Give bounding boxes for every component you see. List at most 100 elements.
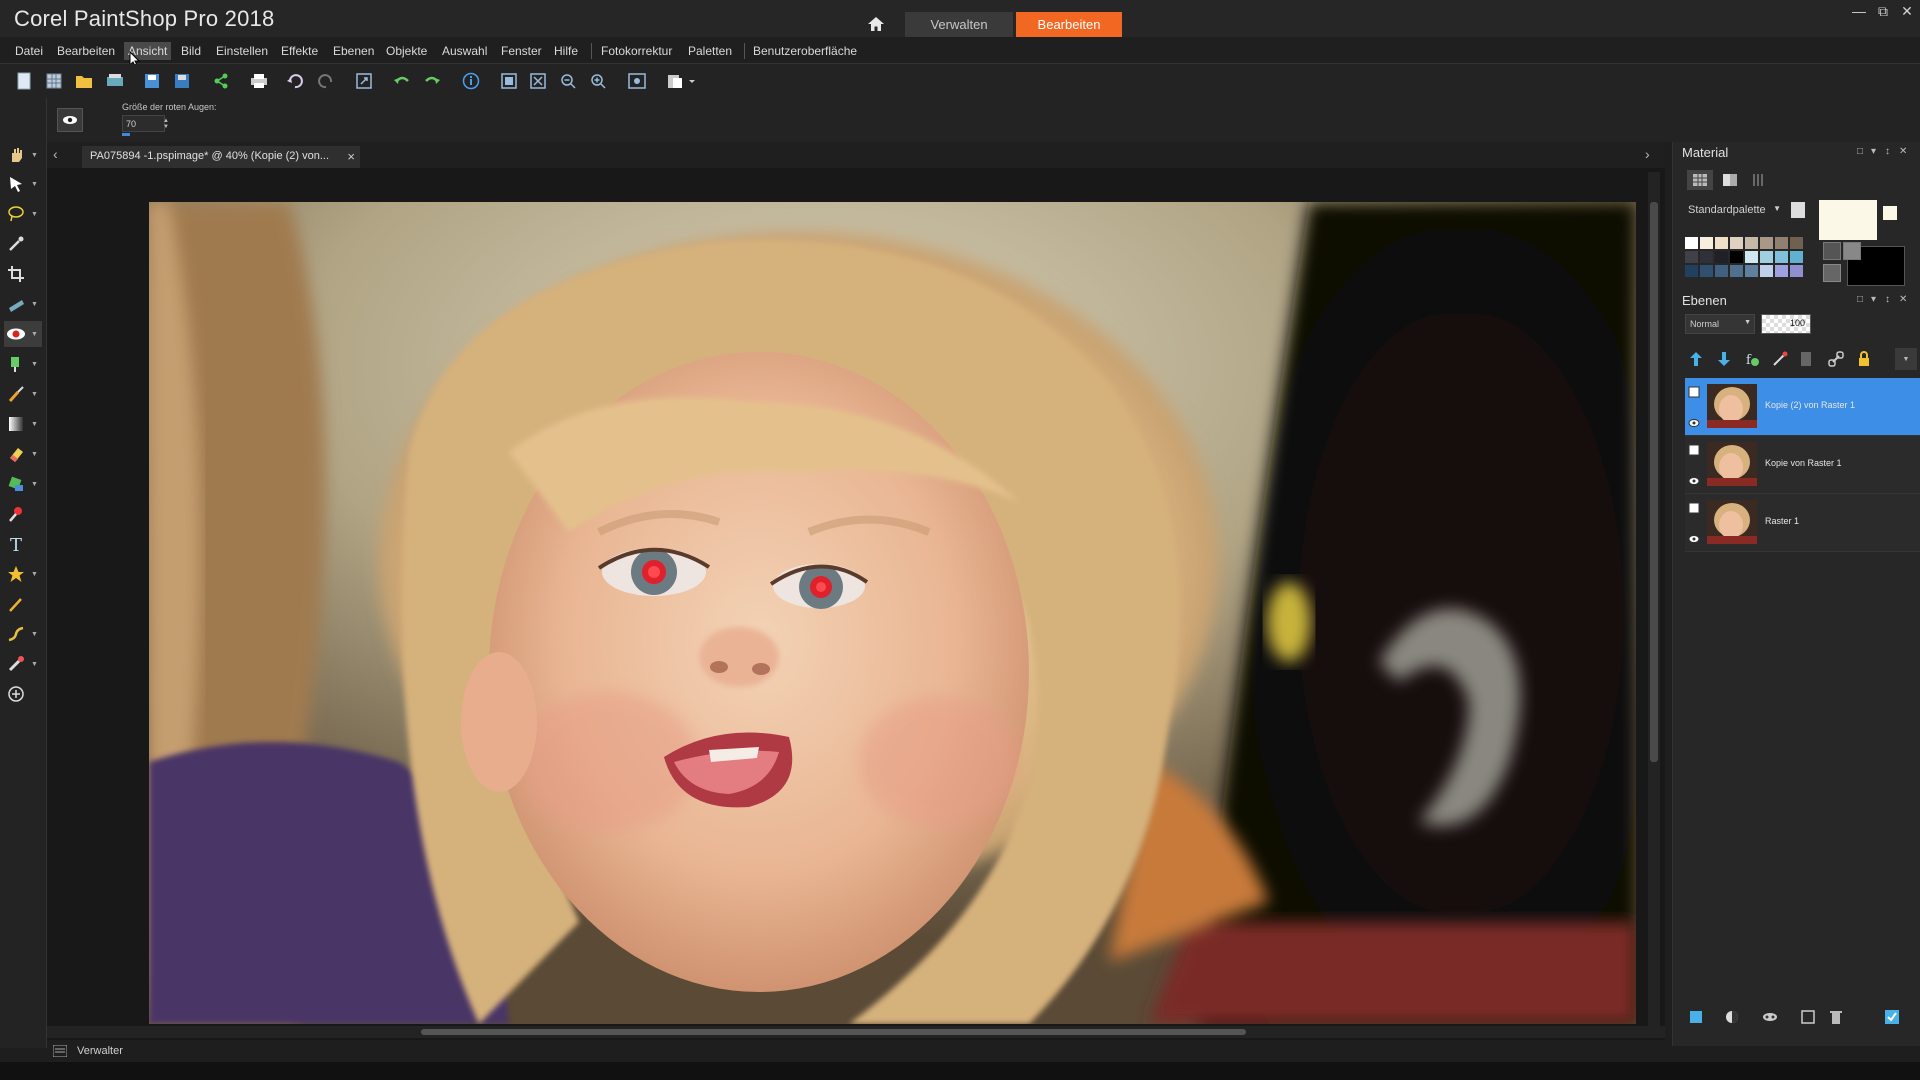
menu-objekte[interactable]: Objekte — [386, 44, 427, 58]
redo-small-icon[interactable] — [315, 70, 337, 92]
zoom-in-icon[interactable] — [587, 70, 609, 92]
panel-maximize-icon[interactable]: □ — [1857, 294, 1863, 305]
share-icon[interactable] — [210, 70, 232, 92]
tool-clone[interactable]: ▼ — [4, 351, 42, 377]
menu-bearbeiten[interactable]: Bearbeiten — [57, 44, 115, 58]
palette-select[interactable]: Standardpalette ▼ — [1685, 202, 1783, 220]
eye-icon[interactable] — [1688, 534, 1700, 544]
tool-dropper[interactable] — [4, 231, 42, 257]
tool-preset-shape[interactable]: ▼ — [4, 561, 42, 587]
panel-close-icon[interactable]: ✕ — [1899, 146, 1907, 157]
chevron-left-icon[interactable]: ‹ — [53, 146, 58, 162]
palette-options-icon[interactable] — [1791, 202, 1805, 218]
red-eye-size-stepper[interactable]: ▲ ▼ — [160, 115, 172, 132]
tool-pen[interactable] — [4, 591, 42, 617]
minimize-button[interactable]: — — [1848, 2, 1870, 20]
zoom-100-icon[interactable] — [626, 70, 648, 92]
color-swatch[interactable] — [1715, 265, 1728, 277]
lock-layer-icon[interactable] — [1853, 348, 1875, 370]
color-swatch[interactable] — [1760, 265, 1773, 277]
menu-ebenen[interactable]: Ebenen — [333, 44, 374, 58]
blend-mode-select[interactable]: Normal ▼ — [1685, 314, 1755, 334]
panel-pin-icon[interactable]: ↕ — [1885, 294, 1890, 305]
color-swatch[interactable] — [1685, 265, 1698, 277]
zoom-out-icon[interactable] — [557, 70, 579, 92]
red-eye-size-slider[interactable] — [122, 133, 130, 136]
color-swatch[interactable] — [1700, 237, 1713, 249]
tab-bearbeiten[interactable]: Bearbeiten — [1016, 12, 1122, 37]
chevron-right-icon[interactable]: › — [1645, 146, 1650, 162]
preset-button[interactable] — [57, 108, 83, 132]
color-swatch[interactable] — [1775, 237, 1788, 249]
tool-lasso[interactable]: ▼ — [4, 201, 42, 227]
color-swatch[interactable] — [1685, 251, 1698, 263]
material-properties-icon[interactable] — [1823, 264, 1841, 282]
menu-bild[interactable]: Bild — [181, 44, 201, 58]
new-from-template-icon[interactable] — [43, 70, 65, 92]
layer-row[interactable]: Kopie von Raster 1 — [1685, 436, 1920, 494]
transparent-toggle-icon[interactable] — [1823, 242, 1841, 260]
menu-auswahl[interactable]: Auswahl — [442, 44, 487, 58]
fit-window-icon[interactable] — [498, 70, 520, 92]
foreground-color-swatch[interactable] — [1819, 200, 1877, 240]
red-eye-size-input[interactable]: 70 — [122, 115, 165, 132]
tool-fill[interactable]: ▼ — [4, 471, 42, 497]
undo-icon[interactable] — [391, 70, 413, 92]
close-button[interactable]: ✕ — [1896, 2, 1918, 20]
blend-menu-icon[interactable] — [1721, 1006, 1743, 1028]
color-swatch[interactable] — [1745, 265, 1758, 277]
link-layers-icon[interactable] — [1825, 348, 1847, 370]
close-icon[interactable]: × — [347, 149, 355, 164]
color-swatch[interactable] — [1715, 251, 1728, 263]
new-icon[interactable] — [13, 70, 35, 92]
tool-pick[interactable]: ▼ — [4, 171, 42, 197]
color-swatch[interactable] — [1790, 251, 1803, 263]
color-swatch[interactable] — [1730, 237, 1743, 249]
color-swatch[interactable] — [1730, 265, 1743, 277]
organizer-button[interactable]: Verwalter — [53, 1042, 163, 1060]
home-button[interactable] — [862, 12, 890, 36]
tool-text[interactable]: T — [4, 531, 42, 557]
layer-options-icon[interactable]: ▼ — [1895, 348, 1917, 370]
open-icon[interactable] — [73, 70, 95, 92]
image-canvas[interactable] — [149, 202, 1636, 1024]
layer-properties-icon[interactable] — [1881, 1006, 1903, 1028]
panel-menu-icon[interactable]: ▾ — [1871, 146, 1876, 157]
color-swatch[interactable] — [1745, 251, 1758, 263]
panel-menu-icon[interactable]: ▾ — [1871, 294, 1876, 305]
tool-paintbrush[interactable]: ▼ — [4, 381, 42, 407]
menu-fenster[interactable]: Fenster — [501, 44, 542, 58]
tool-eraser[interactable]: ▼ — [4, 441, 42, 467]
layer-opacity-input[interactable]: 100 — [1761, 314, 1811, 334]
redo-icon[interactable] — [421, 70, 443, 92]
color-swatch[interactable] — [1715, 237, 1728, 249]
new-vector-layer-icon[interactable] — [1713, 348, 1735, 370]
menu-datei[interactable]: Datei — [15, 44, 43, 58]
tab-verwalten[interactable]: Verwalten — [905, 12, 1013, 37]
delete-layer-icon[interactable] — [1825, 1006, 1847, 1028]
info-icon[interactable] — [460, 70, 482, 92]
color-swatch[interactable] — [1790, 237, 1803, 249]
color-swatch[interactable] — [1775, 265, 1788, 277]
layer-row[interactable]: Raster 1 — [1685, 494, 1920, 552]
new-adjustment-layer-icon[interactable]: f — [1741, 348, 1763, 370]
save-as-icon[interactable] — [171, 70, 193, 92]
tab-frame[interactable] — [1745, 170, 1771, 190]
color-swatch[interactable] — [1685, 237, 1698, 249]
horizontal-scrollbar[interactable] — [47, 1026, 1665, 1038]
tool-add[interactable] — [4, 681, 42, 707]
tool-pan[interactable]: ▼ — [4, 142, 42, 168]
print-icon[interactable] — [248, 70, 270, 92]
color-swatch[interactable] — [1760, 237, 1773, 249]
resize-icon[interactable] — [353, 70, 375, 92]
menu-fotokorrektur[interactable]: Fotokorrektur — [601, 44, 672, 58]
undo-small-icon[interactable] — [284, 70, 306, 92]
merge-layers-icon[interactable] — [1797, 1006, 1819, 1028]
tab-swatches[interactable] — [1687, 170, 1713, 190]
menu-hilfe[interactable]: Hilfe — [554, 44, 578, 58]
horizontal-scroll-thumb[interactable] — [421, 1029, 1246, 1035]
document-tab[interactable]: PA075894 -1.pspimage* @ 40% (Kopie (2) v… — [82, 146, 360, 168]
tool-straighten[interactable]: ▼ — [4, 291, 42, 317]
new-layer-menu-icon[interactable] — [1685, 1006, 1707, 1028]
new-mask-layer-icon[interactable] — [1769, 348, 1791, 370]
